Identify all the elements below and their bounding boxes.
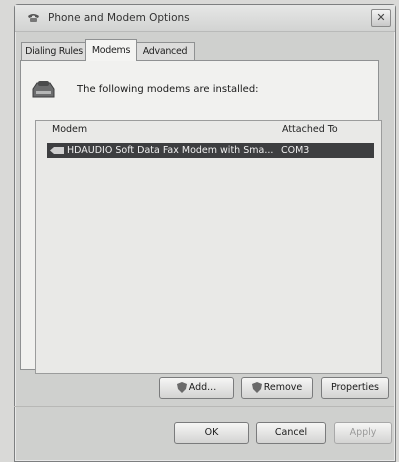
modem-list[interactable] xyxy=(35,120,382,374)
properties-button[interactable]: Properties xyxy=(321,377,389,399)
title-bar[interactable]: Phone and Modem Options ✕ xyxy=(15,5,395,32)
table-row[interactable]: HDAUDIO Soft Data Fax Modem with Sma... … xyxy=(47,143,374,158)
ok-button[interactable]: OK xyxy=(174,422,249,444)
modem-icon xyxy=(32,81,55,98)
modem-name: HDAUDIO Soft Data Fax Modem with Sma... xyxy=(67,145,274,156)
shield-icon xyxy=(176,382,187,393)
tab-dialing-rules[interactable]: Dialing Rules xyxy=(21,42,87,60)
divider xyxy=(14,406,394,407)
apply-button[interactable]: Apply xyxy=(334,422,392,444)
add-button-label: Add... xyxy=(188,382,217,393)
window-title: Phone and Modem Options xyxy=(48,12,190,24)
column-header-attached-to[interactable]: Attached To xyxy=(282,124,338,135)
tab-advanced[interactable]: Advanced xyxy=(135,42,195,60)
modem-row-icon xyxy=(50,147,64,154)
column-header-modem[interactable]: Modem xyxy=(52,124,87,135)
close-button[interactable]: ✕ xyxy=(371,9,391,27)
phone-icon xyxy=(28,14,39,22)
installed-modems-heading: The following modems are installed: xyxy=(77,84,259,95)
add-button[interactable]: Add... xyxy=(159,377,234,399)
modem-port: COM3 xyxy=(281,145,310,156)
remove-button[interactable]: Remove xyxy=(241,377,313,399)
cancel-button[interactable]: Cancel xyxy=(256,422,326,444)
tab-modems[interactable]: Modems xyxy=(85,39,137,61)
remove-button-label: Remove xyxy=(263,382,303,393)
shield-icon xyxy=(251,382,262,393)
